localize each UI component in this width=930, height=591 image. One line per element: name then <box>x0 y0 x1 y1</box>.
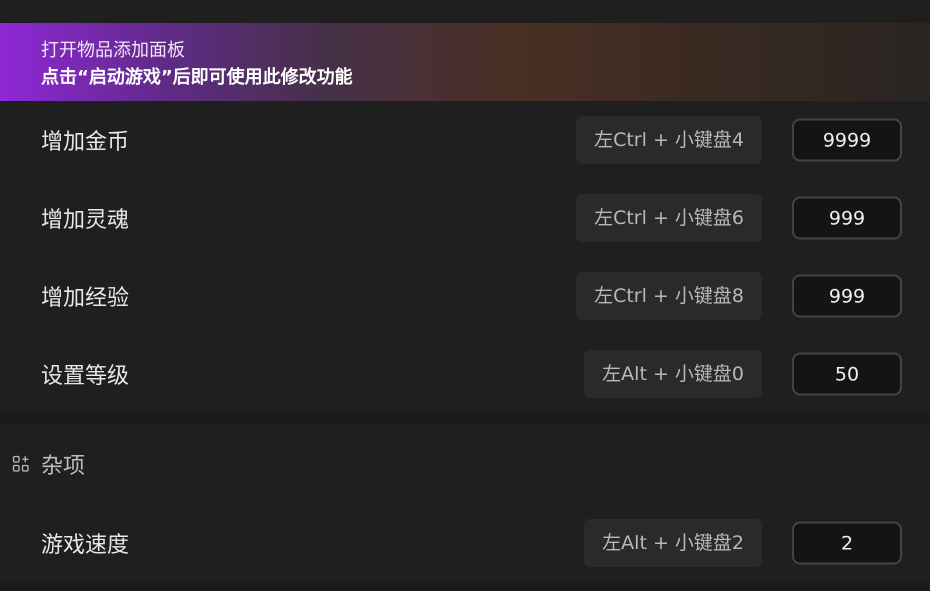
banner-subtitle: 点击“启动游戏”后即可使用此修改功能 <box>41 67 353 88</box>
cheat-label: 游戏速度 <box>41 533 130 558</box>
hotkey-badge[interactable]: 左Ctrl + 小键盘6 <box>576 194 762 242</box>
value-input[interactable] <box>792 118 902 162</box>
cheat-label: 增加金币 <box>41 130 130 155</box>
misc-section-panel: 杂项 游戏速度 左Alt + 小键盘2 <box>0 425 930 582</box>
hotkey-badge[interactable]: 左Ctrl + 小键盘8 <box>576 272 762 320</box>
misc-section-header: 杂项 <box>0 425 930 501</box>
top-strip <box>0 0 930 23</box>
value-input[interactable] <box>792 352 902 396</box>
cheat-list-panel: 增加金币 左Ctrl + 小键盘4 增加灵魂 左Ctrl + 小键盘6 增加经验… <box>0 101 930 413</box>
section-title: 杂项 <box>41 454 86 479</box>
cheat-label: 增加经验 <box>41 286 130 311</box>
hotkey-badge[interactable]: 左Ctrl + 小键盘4 <box>576 116 762 164</box>
cheat-row-exp: 增加经验 左Ctrl + 小键盘8 <box>0 257 930 335</box>
apps-add-icon <box>12 455 29 472</box>
banner-title: 打开物品添加面板 <box>41 40 185 61</box>
cheat-label: 增加灵魂 <box>41 208 130 233</box>
hotkey-badge[interactable]: 左Alt + 小键盘2 <box>584 519 762 567</box>
value-input[interactable] <box>792 196 902 240</box>
value-input[interactable] <box>792 274 902 318</box>
cheat-row-level: 设置等级 左Alt + 小键盘0 <box>0 335 930 413</box>
cheat-row-game-speed: 游戏速度 左Alt + 小键盘2 <box>0 504 930 582</box>
cheat-label: 设置等级 <box>41 364 130 389</box>
cheat-row-souls: 增加灵魂 左Ctrl + 小键盘6 <box>0 179 930 257</box>
open-item-panel-banner[interactable]: 打开物品添加面板 点击“启动游戏”后即可使用此修改功能 <box>0 23 930 101</box>
cheat-row-gold: 增加金币 左Ctrl + 小键盘4 <box>0 101 930 179</box>
value-input[interactable] <box>792 521 902 565</box>
hotkey-badge[interactable]: 左Alt + 小键盘0 <box>584 350 762 398</box>
